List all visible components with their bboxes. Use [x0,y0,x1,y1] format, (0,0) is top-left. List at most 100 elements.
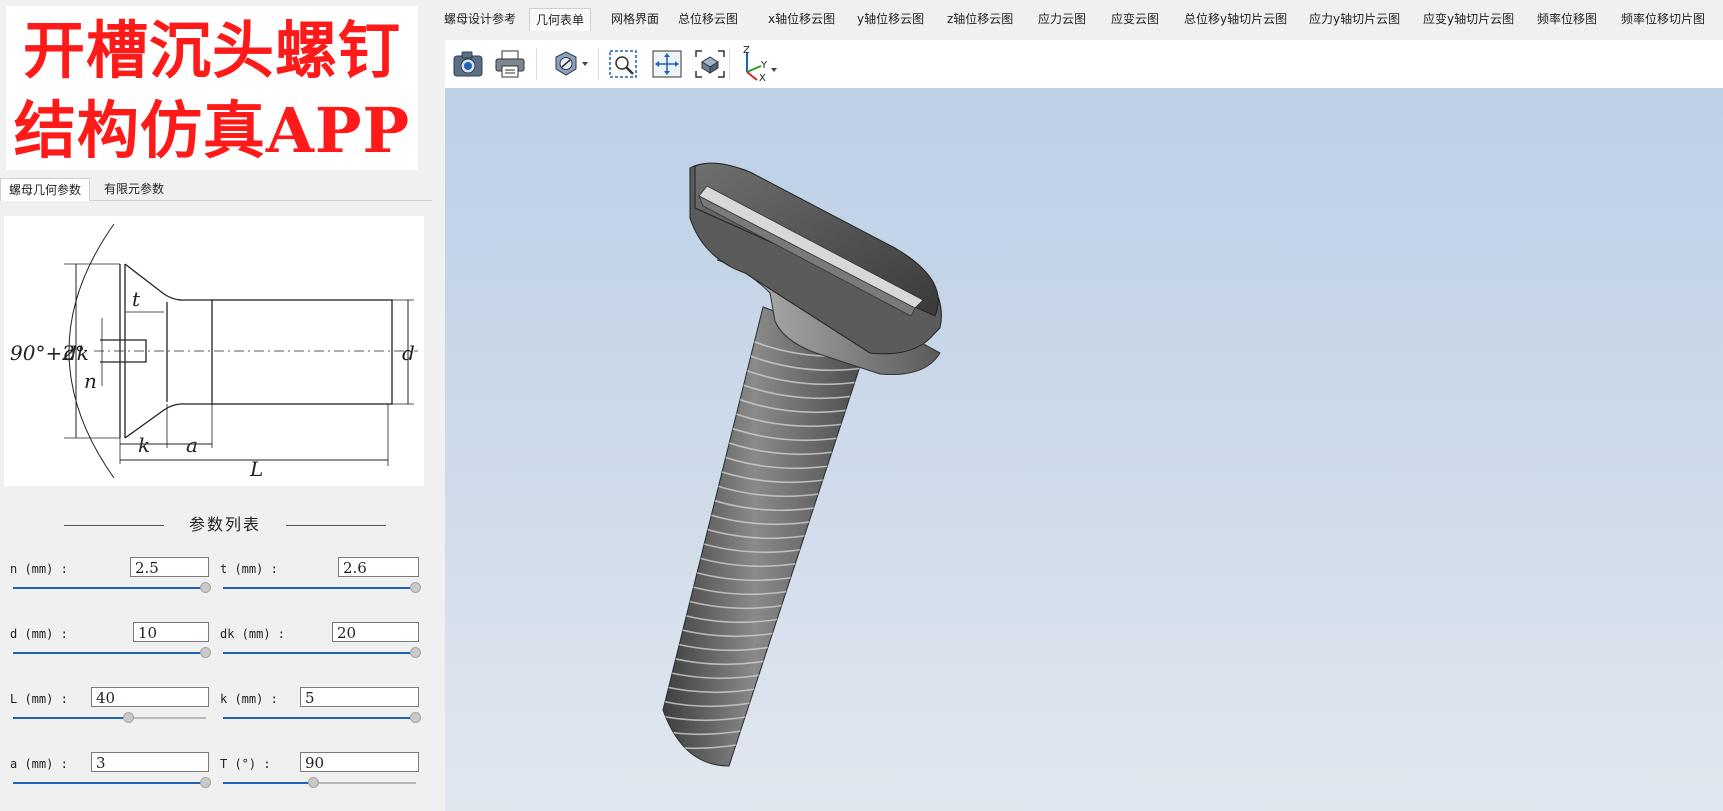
tab-nut-geometry[interactable]: 螺母几何参数 [0,178,91,201]
param-t-label: t (mm) : [220,562,278,576]
param-n-label: n (mm) : [10,562,68,576]
banner-title-line1: 开槽沉头螺钉 [22,14,401,87]
screw-3d-model[interactable] [445,88,1723,811]
tab-strain[interactable]: 应变云图 [1105,8,1165,30]
print-icon [495,50,525,78]
param-L-slider-handle[interactable] [122,712,134,723]
param-n: n (mm) : 2.5 [10,557,211,601]
app-banner: 开槽沉头螺钉 结构仿真APP [6,6,418,170]
param-T-input[interactable]: 90 [300,752,419,772]
viewer-toolbar: Z Y X [445,40,1723,88]
param-L-input[interactable]: 40 [91,687,209,707]
param-k-slider-handle[interactable] [410,712,421,723]
param-dk-slider-fill [223,652,416,654]
display-mode-button[interactable] [551,47,593,81]
param-n-slider[interactable] [13,582,211,593]
param-n-slider-fill [13,587,206,589]
toolbar-separator [536,48,537,80]
param-t-slider-fill [223,587,416,589]
param-L-label: L (mm) : [10,692,68,706]
param-d: d (mm) : 10 [10,622,211,666]
param-a-slider[interactable] [13,777,211,788]
pan-button[interactable] [650,47,684,81]
tab-nut-design-ref[interactable]: 螺母设计参考 [438,8,522,30]
banner-title-line2: 结构仿真APP [13,94,411,167]
param-n-slider-handle[interactable] [200,582,211,593]
param-T-slider-fill [223,782,314,784]
tab-y-displacement[interactable]: y轴位移云图 [851,8,930,30]
param-d-input[interactable]: 10 [133,622,209,642]
axes-icon: Z Y X [743,46,777,82]
zoom-box-icon [609,50,637,78]
param-t-slider-handle[interactable] [410,582,421,593]
tab-mesh[interactable]: 网格界面 [605,8,665,30]
param-T-slider[interactable] [223,777,416,788]
screenshot-button[interactable] [451,47,485,81]
param-t-input[interactable]: 2.6 [338,557,419,577]
param-dk-slider-handle[interactable] [410,647,421,658]
tab-strain-y-slice[interactable]: 应变y轴切片云图 [1417,8,1520,30]
param-k-input[interactable]: 5 [300,687,419,707]
fit-view-icon [695,50,725,78]
screw-dimension-diagram: 90°+2° dk n t d k a L [4,216,424,486]
param-a-slider-handle[interactable] [200,777,211,788]
param-t: t (mm) : 2.6 [220,557,421,601]
axes-label-x: X [759,73,766,82]
view-tab-bar: 螺母设计参考 几何表单 网格界面 总位移云图 x轴位移云图 y轴位移云图 z轴位… [438,0,1723,34]
dimension-drawing: 90°+2° dk n t d k a L [10,223,418,481]
3d-viewport[interactable] [445,88,1723,811]
tab-x-displacement[interactable]: x轴位移云图 [762,8,841,30]
tab-fem-params[interactable]: 有限元参数 [96,178,172,200]
param-d-label: d (mm) : [10,627,68,641]
diagram-label-n: n [84,369,97,393]
diagram-label-t: t [132,287,141,311]
axes-label-z: Z [743,46,750,56]
display-mode-icon [555,51,588,76]
view-axes-button[interactable]: Z Y X [737,46,781,82]
panel-splitter[interactable] [432,0,446,811]
diagram-label-d: d [402,341,415,365]
diagram-label-k: k [138,433,150,457]
axes-label-y: Y [760,60,768,71]
param-dk-slider[interactable] [223,647,421,658]
tab-frequency-displacement[interactable]: 频率位移图 [1531,8,1603,30]
param-d-slider-fill [13,652,206,654]
fit-view-button[interactable] [693,47,727,81]
toolbar-separator [598,48,599,80]
toolbar-separator [729,48,730,80]
diagram-label-dk: dk [64,341,89,365]
diagram-label-a: a [186,433,198,457]
left-panel: 开槽沉头螺钉 结构仿真APP 螺母几何参数 有限元参数 90°+2° dk n … [0,0,432,811]
param-dk: dk (mm) : 20 [220,622,421,666]
param-L-slider-fill [13,717,129,719]
param-d-slider-handle[interactable] [200,647,211,658]
tab-geometry-form[interactable]: 几何表单 [529,8,592,31]
param-d-slider[interactable] [13,647,211,658]
param-L-slider[interactable] [13,712,206,723]
param-k-slider[interactable] [223,712,421,723]
tab-stress[interactable]: 应力云图 [1032,8,1092,30]
param-T-slider-handle[interactable] [307,777,319,788]
param-t-slider[interactable] [223,582,421,593]
param-n-input[interactable]: 2.5 [130,557,209,577]
tab-stress-y-slice[interactable]: 应力y轴切片云图 [1303,8,1406,30]
param-a-input[interactable]: 3 [91,752,209,772]
tab-total-disp-y-slice[interactable]: 总位移y轴切片云图 [1178,8,1293,30]
left-tab-bar: 螺母几何参数 有限元参数 [0,176,432,201]
param-k-label: k (mm) : [220,692,278,706]
diagram-label-L: L [249,457,263,481]
print-button[interactable] [493,47,527,81]
heading-rule-right [286,525,386,526]
param-dk-input[interactable]: 20 [332,622,419,642]
param-L: L (mm) : 40 [10,687,210,731]
param-a-label: a (mm) : [10,757,68,771]
param-k: k (mm) : 5 [220,687,421,731]
zoom-box-button[interactable] [607,47,641,81]
param-a-slider-fill [13,782,206,784]
param-list-heading: 参数列表 [60,514,390,536]
pan-icon [652,50,682,78]
tab-frequency-disp-slice[interactable]: 频率位移切片图 [1615,8,1711,30]
tab-total-displacement[interactable]: 总位移云图 [672,8,744,30]
param-T-label: T (°) : [220,757,271,771]
tab-z-displacement[interactable]: z轴位移云图 [941,8,1019,30]
